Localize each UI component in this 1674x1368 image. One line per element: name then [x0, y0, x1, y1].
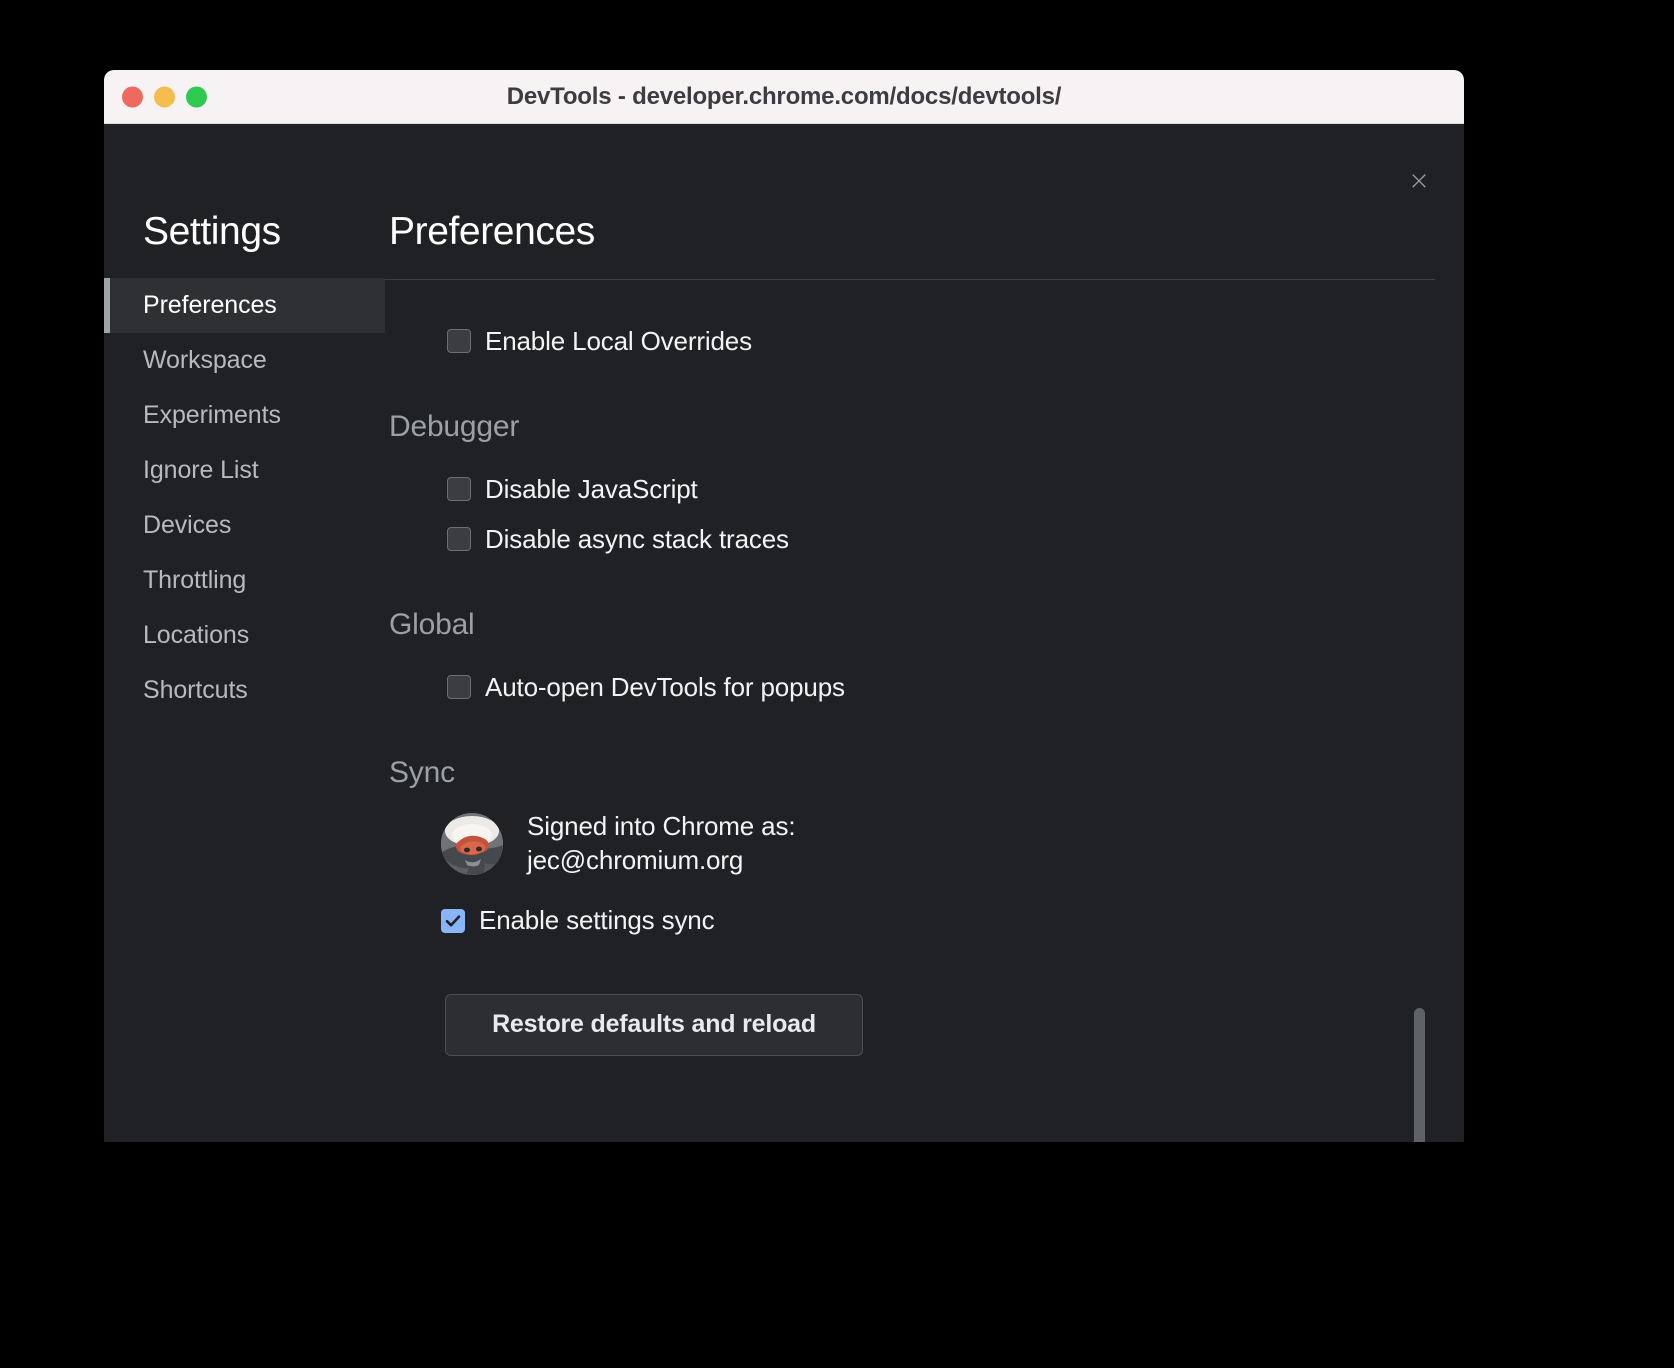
signed-in-label: Signed into Chrome as: [527, 811, 795, 841]
sidebar-item-label: Locations [143, 621, 249, 650]
devtools-window: DevTools - developer.chrome.com/docs/dev… [104, 70, 1464, 1142]
sidebar-item-label: Ignore List [143, 456, 259, 485]
close-window-icon[interactable] [122, 86, 143, 107]
sync-account-row: Signed into Chrome as: jec@chromium.org [389, 810, 1435, 878]
avatar [441, 813, 503, 875]
checkbox-unchecked-icon[interactable] [447, 675, 471, 699]
sidebar-item-label: Devices [143, 511, 231, 540]
setting-label: Auto-open DevTools for popups [485, 672, 845, 703]
section-heading-debugger: Debugger [389, 410, 1435, 444]
preferences-list: Enable Local Overrides Debugger Disable … [385, 280, 1435, 1056]
scrollbar-track[interactable] [1413, 280, 1427, 1142]
setting-enable-local-overrides[interactable]: Enable Local Overrides [389, 316, 1435, 366]
signed-in-email: jec@chromium.org [527, 845, 743, 875]
settings-sidebar: Settings Preferences Workspace Experimen… [104, 124, 385, 1142]
page-title: Preferences [385, 210, 1464, 254]
checkbox-unchecked-icon[interactable] [447, 477, 471, 501]
restore-defaults-button[interactable]: Restore defaults and reload [445, 994, 863, 1056]
settings-dialog: × Settings Preferences Workspace Experim… [104, 124, 1464, 1142]
setting-label: Enable Local Overrides [485, 326, 752, 357]
sidebar-item-throttling[interactable]: Throttling [104, 553, 385, 608]
sidebar-item-locations[interactable]: Locations [104, 608, 385, 663]
window-titlebar: DevTools - developer.chrome.com/docs/dev… [104, 70, 1464, 124]
setting-label: Enable settings sync [479, 905, 714, 936]
sync-account-text: Signed into Chrome as: jec@chromium.org [527, 810, 795, 878]
checkbox-checked-icon[interactable] [441, 909, 465, 933]
traffic-lights [122, 86, 207, 107]
sidebar-item-experiments[interactable]: Experiments [104, 388, 385, 443]
setting-disable-javascript[interactable]: Disable JavaScript [389, 464, 1435, 514]
sidebar-item-workspace[interactable]: Workspace [104, 333, 385, 388]
setting-label: Disable JavaScript [485, 474, 698, 505]
sidebar-title: Settings [104, 210, 385, 254]
zoom-window-icon[interactable] [186, 86, 207, 107]
window-title: DevTools - developer.chrome.com/docs/dev… [507, 83, 1062, 111]
sidebar-item-shortcuts[interactable]: Shortcuts [104, 663, 385, 718]
preferences-scroll-area: Enable Local Overrides Debugger Disable … [385, 279, 1435, 1142]
minimize-window-icon[interactable] [154, 86, 175, 107]
close-icon[interactable]: × [1402, 164, 1436, 198]
section-heading-sync: Sync [389, 756, 1435, 790]
settings-content: Preferences Enable Local Overrides Debug… [385, 124, 1464, 1142]
section-heading-global: Global [389, 608, 1435, 642]
sidebar-item-label: Experiments [143, 401, 281, 430]
setting-auto-open-devtools-for-popups[interactable]: Auto-open DevTools for popups [389, 662, 1435, 712]
sidebar-item-label: Workspace [143, 346, 267, 375]
setting-enable-settings-sync[interactable]: Enable settings sync [389, 896, 1435, 946]
checkbox-unchecked-icon[interactable] [447, 527, 471, 551]
sidebar-item-devices[interactable]: Devices [104, 498, 385, 553]
setting-label: Disable async stack traces [485, 524, 789, 555]
sidebar-item-ignore-list[interactable]: Ignore List [104, 443, 385, 498]
checkbox-unchecked-icon[interactable] [447, 329, 471, 353]
sidebar-item-preferences[interactable]: Preferences [104, 278, 385, 333]
sidebar-item-label: Throttling [143, 566, 246, 595]
scrollbar-thumb[interactable] [1414, 1008, 1425, 1142]
setting-disable-async-stack-traces[interactable]: Disable async stack traces [389, 514, 1435, 564]
sidebar-item-label: Shortcuts [143, 676, 248, 705]
sidebar-item-label: Preferences [143, 291, 277, 320]
